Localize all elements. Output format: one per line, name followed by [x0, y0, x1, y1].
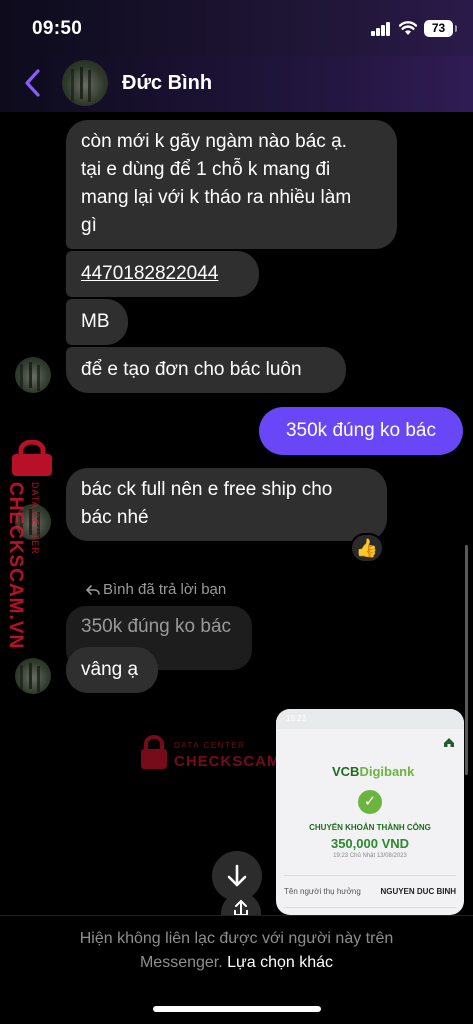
reply-indicator: Bình đã trả lời bạn — [85, 581, 227, 598]
cellular-signal-icon — [371, 22, 391, 36]
reply-label-text: Bình đã trả lời bạn — [103, 581, 227, 598]
other-options-link[interactable]: Lựa chọn khác — [227, 954, 333, 971]
back-chevron-icon[interactable] — [20, 66, 46, 100]
message-text-line: bác ck full nên e free ship cho — [81, 479, 333, 500]
incoming-message[interactable]: còn mới k gãy ngàm nào bác ạ. tại e dùng… — [66, 120, 397, 249]
contact-name[interactable]: Đức Bình — [122, 72, 212, 95]
watermark-subtext: DATA CENTER — [174, 741, 246, 750]
chat-header: Đức Bình — [0, 56, 473, 112]
success-check-icon: ✓ — [358, 790, 382, 814]
message-text-line: mang lại với k tháo ra nhiều làm — [81, 187, 352, 208]
contact-avatar[interactable] — [15, 357, 51, 393]
receipt-status-bar: 19:23 — [276, 709, 464, 729]
contact-avatar[interactable] — [62, 60, 108, 106]
receipt-amount: 350,000 VND — [330, 836, 410, 851]
incoming-message[interactable]: vâng ạ — [66, 647, 158, 693]
contact-avatar[interactable] — [15, 658, 51, 694]
transfer-receipt-image[interactable]: 19:23 VCBDigibank ✓ CHUYỂN KHOẢN THÀNH C… — [276, 709, 464, 915]
lock-icon — [141, 735, 167, 769]
message-text-line: tại e dùng để 1 chỗ k mang đi — [81, 159, 331, 180]
lock-icon — [12, 440, 52, 476]
message-text-line: còn mới k gãy ngàm nào bác ạ. — [81, 131, 347, 152]
thumbs-up-reaction-icon[interactable]: 👍 — [350, 533, 384, 563]
message-text: MB — [81, 311, 110, 332]
battery-icon: 73 — [424, 20, 457, 37]
recipient-name: NGUYEN DUC BINH — [380, 887, 456, 896]
scrollbar[interactable] — [465, 545, 468, 775]
status-time: 09:50 — [32, 18, 83, 39]
notice-line: Messenger. — [139, 954, 223, 971]
home-icon — [444, 738, 454, 747]
message-text: vâng ạ — [81, 659, 139, 680]
divider — [284, 907, 456, 908]
notice-line: Hiện không liên lạc được với người này t… — [79, 930, 394, 947]
divider — [284, 875, 456, 876]
home-indicator — [153, 1006, 321, 1012]
wifi-icon — [399, 21, 417, 35]
watermark-text: CHECKSCAM.VN — [5, 482, 26, 650]
watermark-subtext: DATA CENTER — [30, 482, 40, 555]
vcb-digibank-logo: VCBDigibank — [332, 764, 415, 779]
receipt-title: CHUYỂN KHOẢN THÀNH CÔNG — [309, 823, 431, 832]
message-text: 350k đúng ko bác — [285, 420, 436, 441]
outgoing-message[interactable]: 350k đúng ko bác — [259, 407, 463, 455]
checkscam-watermark: CHECKSCAM.VN DATA CENTER — [4, 440, 54, 649]
incoming-message[interactable]: 4470182822044 — [66, 251, 259, 297]
receipt-datetime: 19:23 Chủ Nhật 13/08/2023 — [333, 853, 407, 859]
recipient-label: Tên người thụ hưởng — [284, 887, 361, 896]
incoming-message[interactable]: MB — [66, 299, 128, 345]
reply-arrow-icon — [85, 585, 100, 595]
account-number-link[interactable]: 4470182822044 — [81, 263, 218, 284]
message-text-line: bác nhé — [81, 507, 149, 528]
message-text-line: gì — [81, 215, 97, 236]
quoted-text: 350k đúng ko bác — [81, 616, 232, 637]
receipt-status-time: 19:23 — [286, 714, 307, 723]
status-bar: 09:50 73 — [0, 0, 473, 56]
unavailable-notice: Hiện không liên lạc được với người này t… — [0, 927, 473, 975]
incoming-message[interactable]: để e tạo đơn cho bác luôn — [66, 347, 346, 393]
incoming-message[interactable]: bác ck full nên e free ship cho bác nhé — [66, 468, 387, 541]
message-text: để e tạo đơn cho bác luôn — [81, 359, 302, 380]
